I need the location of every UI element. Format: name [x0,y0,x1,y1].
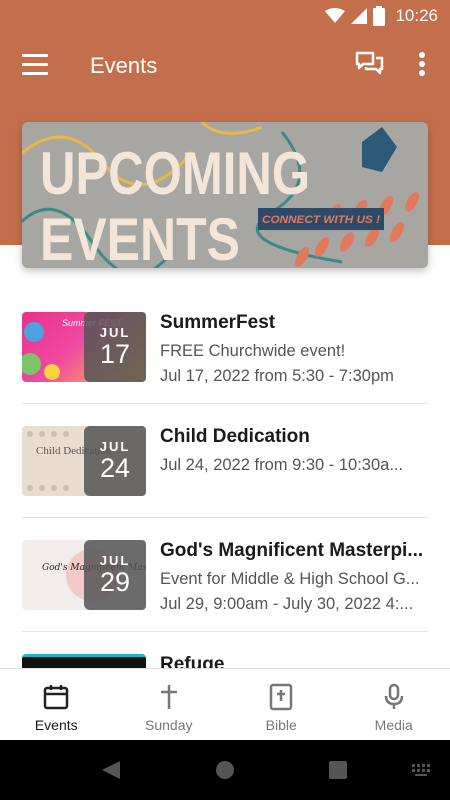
event-subtitle: FREE Churchwide event! [160,342,346,360]
event-title: Child Dedication [160,426,310,447]
date-badge: JUL 24 [84,426,146,496]
date-badge: JUL 29 [84,540,146,610]
nav-label: Sunday [145,717,193,733]
page-title: Events [90,53,158,78]
event-date: Jul 29, 9:00am - July 30, 2022 4:... [160,595,414,613]
event-subtitle: Jul 24, 2022 from 9:30 - 10:30a... [160,456,404,474]
recents-icon[interactable] [329,761,347,779]
app-bar: Events [0,32,450,100]
system-navigation-bar [0,740,450,800]
event-date: Jul 17, 2022 from 5:30 - 7:30pm [160,367,394,385]
nav-label: Bible [265,717,297,733]
bottom-navigation: Events Sunday Bible Media [0,668,450,740]
status-time: 10:26 [395,6,438,25]
more-options-icon[interactable] [412,50,432,80]
status-icons: 10:26 [325,6,438,26]
cross-icon [160,685,177,709]
date-month: JUL [99,325,131,340]
menu-icon[interactable] [22,54,48,76]
upcoming-events-banner[interactable]: UPCOMING EVENTS CONNECT WITH US ! [22,122,428,268]
nav-tab-bible[interactable]: Bible [225,669,338,740]
bible-icon [270,683,293,711]
banner-title-line2: EVENTS [40,206,240,268]
nav-tab-media[interactable]: Media [338,669,450,740]
chat-icon[interactable] [354,50,384,80]
banner-title-line1: UPCOMING [40,140,310,207]
nav-label: Media [374,717,413,733]
wifi-icon [325,8,346,23]
date-day: 24 [99,453,131,483]
event-list-item-summerfest[interactable]: Summer FEST JUL 17 SummerFest FREE Churc… [22,290,428,404]
microphone-icon [384,683,403,709]
event-title: God's Magnificent Masterpi... [160,540,424,561]
signal-icon [351,8,368,24]
status-bar: 10:26 [0,0,450,32]
event-title: SummerFest [160,312,276,333]
date-day: 29 [99,567,131,597]
battery-icon [373,6,386,26]
nav-tab-sunday[interactable]: Sunday [113,669,226,740]
home-icon[interactable] [216,761,234,779]
nav-label: Events [34,717,78,733]
date-day: 17 [99,339,131,369]
keyboard-icon[interactable] [412,764,430,776]
banner-artwork: UPCOMING EVENTS CONNECT WITH US ! [22,122,428,268]
event-list-item-masterpiece[interactable]: God's Magnificent Masterpiece JUL 29 God… [22,518,428,632]
nav-tab-events[interactable]: Events [0,669,113,740]
event-list-item-child-dedication[interactable]: Child Dedication JUL 24 Child Dedication… [22,404,428,518]
date-month: JUL [99,553,131,568]
date-badge: JUL 17 [84,312,146,382]
event-subtitle: Event for Middle & High School G... [160,570,420,588]
calendar-icon [44,685,69,710]
date-month: JUL [99,439,131,454]
back-icon[interactable] [102,761,120,779]
banner-tagline: CONNECT WITH US ! [262,214,380,226]
